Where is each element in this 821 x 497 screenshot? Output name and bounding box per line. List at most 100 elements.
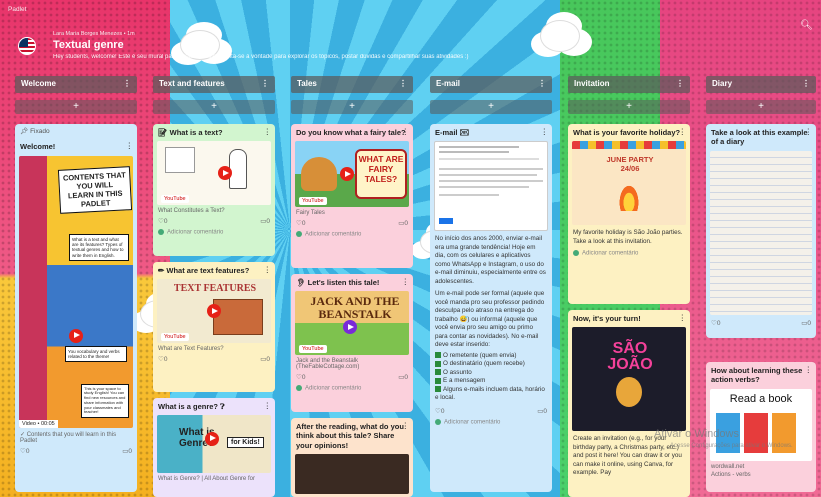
welcome-poster-video[interactable]: CONTENTS THAT YOU WILL LEARN IN THIS PAD…: [19, 155, 133, 428]
comment-count[interactable]: ▭0: [398, 219, 408, 227]
column-menu-icon[interactable]: ⋮: [123, 79, 131, 88]
video-thumbnail[interactable]: TEXT FEATURES YouTube: [157, 279, 271, 344]
comment-count[interactable]: ▭0: [801, 319, 811, 327]
email-line: [439, 180, 543, 183]
welcome-card[interactable]: 📌︎ Fixado Welcome! ⋮ CONTENTS THAT YOU WI…: [15, 124, 137, 492]
like-count[interactable]: ♡0: [296, 373, 305, 381]
column-header[interactable]: Tales ⋮: [291, 76, 413, 93]
avatar: [435, 418, 441, 425]
add-comment[interactable]: Adicionar comentário: [291, 383, 413, 396]
like-count[interactable]: ♡0: [158, 355, 167, 363]
like-count[interactable]: ♡0: [296, 219, 305, 227]
post-your-turn[interactable]: Now, it's your turn! ⋮ SÃO JOÃO Create an…: [568, 310, 690, 497]
post-fairy-tale[interactable]: Do you know what a fairy tale? ⋮ WHAT ARE…: [291, 124, 413, 268]
column-welcome: Welcome ⋮ +: [15, 76, 137, 114]
app-name: Padlet: [8, 6, 27, 13]
post-jack-beanstalk[interactable]: 👂︎ Let's listen this tale! ⋮ JACK AND THE…: [291, 274, 413, 412]
comment-count[interactable]: ▭0: [122, 447, 132, 455]
diary-image[interactable]: [710, 150, 812, 315]
add-post-button[interactable]: +: [568, 100, 690, 114]
play-icon[interactable]: [204, 431, 219, 446]
card-menu-icon[interactable]: ⋮: [805, 127, 813, 136]
thumb-castle: [301, 157, 337, 192]
like-count[interactable]: ♡0: [20, 447, 29, 455]
thumb-heading: JACK AND THE BEANSTALK: [310, 294, 400, 321]
card-menu-icon[interactable]: ⋮: [126, 141, 134, 150]
checklist-item: Alguns e-mails incluem data, horário e l…: [435, 385, 545, 402]
post-email[interactable]: E-mail 📧︎ ⋮ No início dos anos 2000, envi…: [430, 124, 552, 492]
card-title: How about learning these action verbs? ⋮: [711, 365, 813, 385]
video-thumbnail[interactable]: WHAT ARE FAIRY TALES? YouTube: [295, 141, 409, 208]
add-comment[interactable]: Adicionar comentário: [430, 417, 552, 430]
card-menu-icon[interactable]: ⋮: [679, 313, 687, 322]
column-menu-icon[interactable]: ⋮: [538, 79, 546, 88]
bunting: [572, 141, 686, 150]
comment-count[interactable]: ▭0: [398, 373, 408, 381]
card-menu-icon[interactable]: ⋮: [541, 127, 549, 136]
email-line: [439, 186, 529, 189]
card-menu-icon[interactable]: ⋮: [805, 365, 813, 374]
card-menu-icon[interactable]: ⋮: [264, 265, 272, 274]
add-post-button[interactable]: +: [706, 100, 816, 114]
video-thumbnail[interactable]: YouTube: [157, 141, 271, 206]
video-thumbnail[interactable]: What is Genre? for Kids!: [157, 415, 271, 474]
post-favorite-holiday[interactable]: What is your favorite holiday? ⋮ JUNE PAR…: [568, 124, 690, 304]
card-menu-icon[interactable]: ⋮: [402, 127, 410, 136]
card-menu-icon[interactable]: ⋮: [264, 401, 272, 410]
add-comment[interactable]: Adicionar comentário: [568, 248, 690, 261]
card-title: Now, it's your turn! ⋮: [573, 313, 687, 323]
column-menu-icon[interactable]: ⋮: [399, 79, 407, 88]
column-header[interactable]: Diary ⋮: [706, 76, 816, 93]
column-header[interactable]: Text and features ⋮: [153, 76, 275, 93]
comment-count[interactable]: ▭0: [537, 407, 547, 415]
column-header[interactable]: Welcome ⋮: [15, 76, 137, 93]
add-post-button[interactable]: +: [430, 100, 552, 114]
email-checklist: O remetente (quem envia) O destinatário …: [430, 352, 552, 405]
add-post-button[interactable]: +: [15, 100, 137, 114]
column-header[interactable]: E-mail ⋮: [430, 76, 552, 93]
add-post-button[interactable]: +: [153, 100, 275, 114]
sao-joao-image[interactable]: SÃO JOÃO: [572, 327, 686, 432]
column-menu-icon[interactable]: ⋮: [802, 79, 810, 88]
post-text-features[interactable]: ✏︎ What are text features? ⋮ TEXT FEATURE…: [153, 262, 275, 392]
youtube-badge: YouTube: [161, 195, 189, 204]
post-action-verbs[interactable]: How about learning these action verbs? ⋮ …: [706, 362, 816, 492]
play-icon[interactable]: [340, 167, 355, 182]
bonfire: [618, 183, 640, 212]
card-menu-icon[interactable]: ⋮: [679, 127, 687, 136]
card-menu-icon[interactable]: ⋮: [402, 277, 410, 286]
post-share-opinions[interactable]: After the reading, what do you think abo…: [291, 418, 413, 497]
wordwall-thumbnail[interactable]: Read a book: [710, 388, 812, 461]
column-header[interactable]: Invitation ⋮: [568, 76, 690, 93]
card-menu-icon[interactable]: ⋮: [264, 127, 272, 136]
like-count[interactable]: ♡0: [711, 319, 720, 327]
add-comment[interactable]: Adicionar comentário: [153, 227, 275, 240]
wordwall-heading: Read a book: [729, 392, 793, 405]
thumb-figure: [229, 149, 247, 190]
card-reactions: ♡0 ▭0: [291, 371, 413, 383]
post-what-is-a-genre[interactable]: What is a genre? ❓︎ ⋮ What is Genre? for …: [153, 398, 275, 497]
like-count[interactable]: ♡0: [435, 407, 444, 415]
video-thumbnail[interactable]: JACK AND THE BEANSTALK YouTube: [295, 291, 409, 356]
card-menu-icon[interactable]: ⋮: [402, 421, 410, 430]
search-icon[interactable]: 🔍︎: [800, 20, 813, 31]
pinned-label: 📌︎ Fixado: [20, 128, 50, 135]
email-screenshot[interactable]: [434, 141, 548, 232]
post-what-is-a-text[interactable]: 📝︎ What is a text? ⋮ YouTube What Constit…: [153, 124, 275, 256]
comment-count[interactable]: ▭0: [260, 217, 270, 225]
email-line: [439, 174, 537, 177]
column-menu-icon[interactable]: ⋮: [676, 79, 684, 88]
image-thumbnail[interactable]: [295, 454, 409, 495]
column-menu-icon[interactable]: ⋮: [261, 79, 269, 88]
comment-count[interactable]: ▭0: [260, 355, 270, 363]
like-count[interactable]: ♡0: [158, 217, 167, 225]
add-comment[interactable]: Adicionar comentário: [291, 229, 413, 242]
play-icon[interactable]: [342, 320, 357, 335]
invitation-image[interactable]: JUNE PARTY 24/06: [572, 141, 686, 226]
checklist-item: O remetente (quem envia): [435, 352, 547, 361]
post-diary-example[interactable]: Take a look at this example of a diary ⋮ …: [706, 124, 816, 338]
add-post-button[interactable]: +: [291, 100, 413, 114]
check-icon: [435, 352, 441, 359]
play-icon[interactable]: [69, 328, 83, 343]
checklist-item: O assunto: [435, 369, 547, 378]
